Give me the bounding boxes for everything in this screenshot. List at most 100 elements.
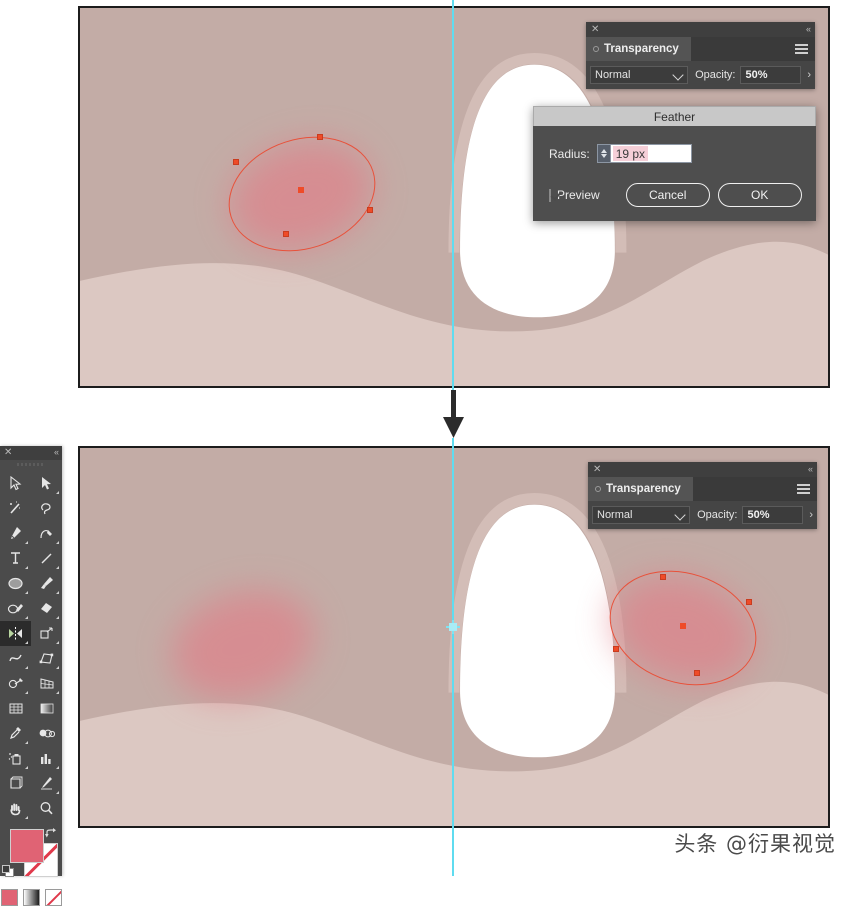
panel-tab-row: Transparency <box>588 477 817 501</box>
blend-tool[interactable] <box>31 721 62 746</box>
tools-panel[interactable]: ✕ « <box>0 446 62 906</box>
symbol-sprayer-tool[interactable] <box>0 746 31 771</box>
none-mode-button[interactable] <box>44 889 62 906</box>
ellipse-center-point[interactable] <box>680 623 686 629</box>
ok-button[interactable]: OK <box>717 183 802 207</box>
anchor-point[interactable] <box>613 646 619 652</box>
type-tool[interactable] <box>0 546 31 571</box>
close-icon[interactable]: ✕ <box>591 23 599 36</box>
eyedropper-tool[interactable] <box>0 721 31 746</box>
anchor-point[interactable] <box>317 134 323 140</box>
radius-value: 19 px <box>612 146 649 161</box>
gradient-tool[interactable] <box>31 696 62 721</box>
opacity-input[interactable]: 50% <box>742 506 804 524</box>
radius-row: Radius: 19 px <box>549 144 800 163</box>
preview-checkbox[interactable] <box>549 188 551 202</box>
close-icon[interactable]: ✕ <box>4 446 12 459</box>
opacity-label: Opacity: <box>695 69 736 81</box>
lasso-tool[interactable] <box>31 496 62 521</box>
anchor-point[interactable] <box>367 207 373 213</box>
slice-tool[interactable] <box>31 771 62 796</box>
hand-tool[interactable] <box>0 796 31 821</box>
gradient-mode-button[interactable] <box>22 889 40 906</box>
zoom-tool[interactable] <box>31 796 62 821</box>
column-graph-tool[interactable] <box>31 746 62 771</box>
flyout-indicator-icon <box>56 691 59 694</box>
opacity-input[interactable]: 50% <box>740 66 802 84</box>
dialog-title: Feather <box>533 106 816 126</box>
ellipse-center-point[interactable] <box>298 187 304 193</box>
flyout-indicator-icon <box>56 541 59 544</box>
free-transform-tool[interactable] <box>31 646 62 671</box>
blend-mode-value: Normal <box>597 509 633 521</box>
chevron-right-icon[interactable]: › <box>807 69 811 81</box>
toolbar-grip <box>0 460 62 469</box>
flyout-indicator-icon <box>56 666 59 669</box>
flyout-indicator-icon <box>25 666 28 669</box>
width-tool[interactable] <box>0 646 31 671</box>
shape-builder-tool[interactable] <box>0 671 31 696</box>
selection-tool[interactable] <box>0 471 31 496</box>
double-chevron-left-icon[interactable]: « <box>54 446 59 459</box>
close-icon[interactable]: ✕ <box>593 463 601 476</box>
blend-mode-value: Normal <box>595 69 631 81</box>
fill-swatch[interactable] <box>10 829 44 863</box>
anchor-point[interactable] <box>746 599 752 605</box>
default-fill-stroke-icon[interactable] <box>2 865 15 878</box>
hamburger-menu-icon[interactable] <box>797 484 810 494</box>
cancel-button[interactable]: Cancel <box>625 183 710 207</box>
tab-dot-icon <box>595 486 601 492</box>
radius-label: Radius: <box>549 146 590 161</box>
blend-mode-select[interactable]: Normal <box>590 66 689 84</box>
tab-transparency[interactable]: Transparency <box>588 477 693 501</box>
direct-selection-tool[interactable] <box>31 471 62 496</box>
scale-tool[interactable] <box>31 621 62 646</box>
anchor-point[interactable] <box>694 670 700 676</box>
flyout-indicator-icon <box>25 641 28 644</box>
flyout-indicator-icon <box>25 566 28 569</box>
color-mode-button[interactable] <box>0 889 18 906</box>
paintbrush-tool[interactable] <box>31 571 62 596</box>
transparency-panel[interactable]: ✕ « Transparency Normal Opacity: 50% › <box>588 462 817 529</box>
vertical-guide-line <box>452 438 454 876</box>
anchor-point[interactable] <box>233 159 239 165</box>
panel-body: Normal Opacity: 50% › <box>586 61 815 89</box>
ellipse-tool[interactable] <box>0 571 31 596</box>
magic-wand-tool[interactable] <box>0 496 31 521</box>
flyout-indicator-icon <box>56 591 59 594</box>
tab-dot-icon <box>593 46 599 52</box>
flyout-indicator-icon <box>25 691 28 694</box>
spinner-updown-icon[interactable] <box>596 144 610 163</box>
artboard-tool[interactable] <box>0 771 31 796</box>
radius-input[interactable]: 19 px <box>609 144 692 163</box>
flyout-indicator-icon <box>56 791 59 794</box>
anchor-point[interactable] <box>283 231 289 237</box>
reflect-tool[interactable] <box>0 621 31 646</box>
perspective-grid-tool[interactable] <box>31 671 62 696</box>
down-arrow-icon <box>441 390 467 440</box>
panel-tab-row: Transparency <box>586 37 815 61</box>
mesh-tool[interactable] <box>0 696 31 721</box>
feather-dialog[interactable]: Feather Radius: 19 px Preview Cancel OK <box>533 106 816 221</box>
hamburger-menu-icon[interactable] <box>795 44 808 54</box>
swap-fill-stroke-icon[interactable] <box>45 827 57 839</box>
reflect-origin-point[interactable] <box>449 623 457 631</box>
chevron-right-icon[interactable]: › <box>809 509 813 521</box>
double-chevron-left-icon[interactable]: « <box>808 463 813 476</box>
double-chevron-left-icon[interactable]: « <box>806 23 811 36</box>
pen-tool[interactable] <box>0 521 31 546</box>
transparency-panel[interactable]: ✕ « Transparency Normal Opacity: 50% › <box>586 22 815 89</box>
tab-transparency[interactable]: Transparency <box>586 37 691 61</box>
panel-title: Transparency <box>606 483 681 495</box>
shaper-tool[interactable] <box>0 596 31 621</box>
blend-mode-select[interactable]: Normal <box>592 506 691 524</box>
flyout-indicator-icon <box>56 491 59 494</box>
line-segment-tool[interactable] <box>31 546 62 571</box>
opacity-label: Opacity: <box>697 509 738 521</box>
chevron-down-icon <box>672 69 684 81</box>
anchor-point[interactable] <box>660 574 666 580</box>
vertical-guide-line <box>452 0 454 392</box>
curvature-tool[interactable] <box>31 521 62 546</box>
tool-grid <box>0 469 62 821</box>
eraser-tool[interactable] <box>31 596 62 621</box>
